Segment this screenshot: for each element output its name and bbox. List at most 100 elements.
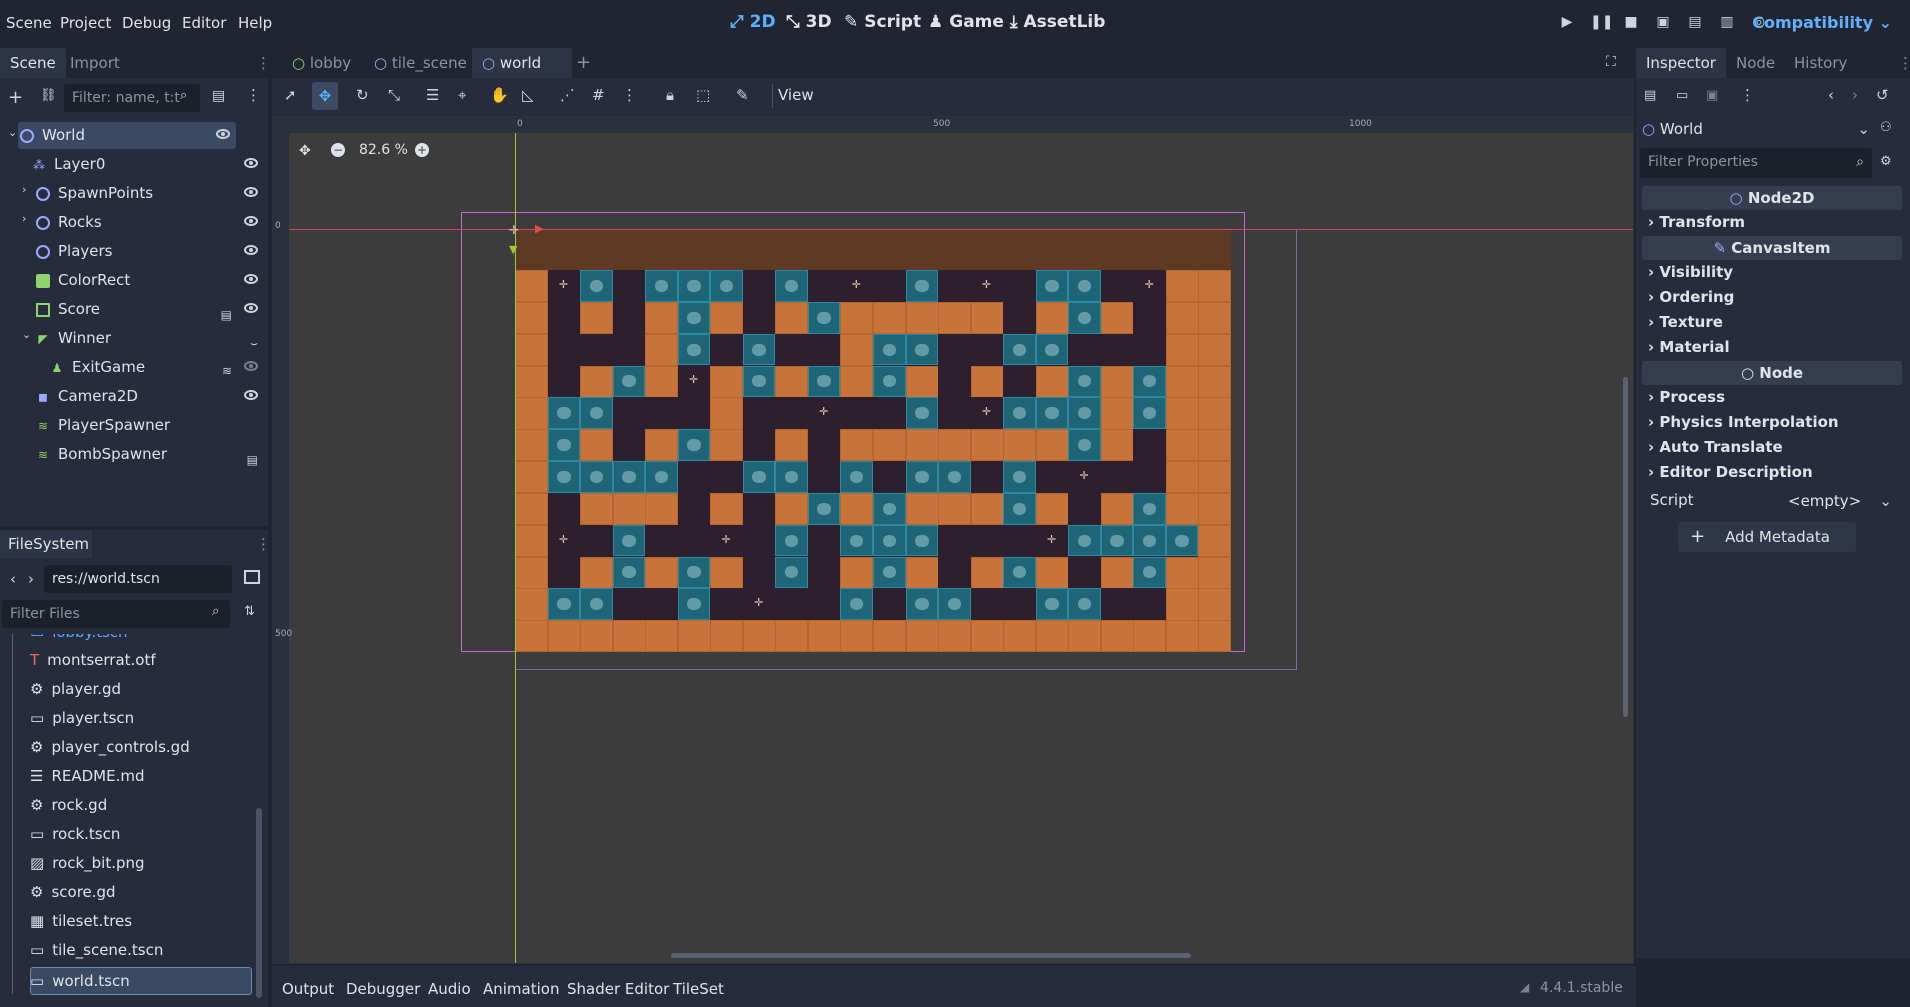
play-scene-icon[interactable]: ▤ [1686,14,1704,32]
script-field[interactable]: <empty> ⌄ [1784,488,1896,514]
save-icon[interactable]: ▣ [1706,88,1718,103]
add-metadata-button[interactable]: + Add Metadata [1678,522,1856,552]
tree-node-colorrect[interactable]: ColorRect [36,267,268,294]
signal-icon[interactable]: ≋ [222,358,232,385]
workspace-script[interactable]: ✎ Script [844,12,921,32]
history-icon[interactable]: ↺ [1876,86,1889,104]
visibility-eye-icon[interactable] [244,303,258,313]
back-icon[interactable]: ‹ [10,570,16,588]
file-item[interactable]: ▨ rock_bit.png [30,849,145,877]
filter-files-input[interactable]: Filter Files [2,600,230,628]
tree-node-spawnpoints[interactable]: SpawnPoints [36,180,268,207]
visibility-eye-icon[interactable] [244,390,258,400]
rotate-tool-icon[interactable]: ↻ [356,86,369,104]
section-physics-interpolation[interactable]: › Physics Interpolation [1648,413,1839,431]
vertical-scrollbar[interactable] [1623,377,1628,717]
object-selector[interactable]: ○ World ⌄ [1642,116,1874,142]
pan-tool-icon[interactable]: ✋ [490,86,509,104]
visibility-hidden-icon[interactable]: ⌣ [250,330,258,357]
ruler-tool-icon[interactable]: ◺ [522,86,534,104]
file-item[interactable]: ▭ player.tscn [30,704,134,732]
section-material[interactable]: › Material [1648,338,1730,356]
filter-properties-input[interactable]: Filter Properties ⌕ [1640,148,1872,178]
zoom-in-icon[interactable]: + [415,143,429,157]
section-visibility[interactable]: › Visibility [1648,263,1733,281]
file-item[interactable]: ⚙ score.gd [30,878,116,906]
dock-menu-icon[interactable]: ⋮ [1898,54,1910,72]
history-forward-icon[interactable]: › [1852,86,1858,104]
scene-tab-world[interactable]: ○ world ✕ [472,48,572,102]
inspector-menu-icon[interactable]: ⋮ [1740,86,1755,104]
visibility-eye-icon[interactable] [244,216,258,226]
tree-node-rocks[interactable]: Rocks [36,209,268,236]
menu-debug[interactable]: Debug [122,14,171,32]
bottom-tab-animation[interactable]: Animation [483,980,559,998]
file-item[interactable]: ▦ tileset.tres [30,907,132,935]
stop-icon[interactable]: ■ [1622,14,1640,32]
tree-node-world[interactable]: World [20,122,240,149]
file-item-selected[interactable]: ▭ world.tscn [30,967,130,995]
visibility-eye-icon[interactable] [244,187,258,197]
add-tab-icon[interactable]: + [576,52,591,73]
tree-node-bombspawner[interactable]: ≋ BombSpawner ▤ [36,441,268,468]
tree-node-winner[interactable]: ◤ Winner ⌣ [36,325,268,352]
attach-script-icon[interactable]: ▤ [212,88,225,104]
tab-history[interactable]: History [1784,48,1857,78]
chevron-down-icon[interactable]: ⌄ [8,126,17,139]
play-custom-icon[interactable]: ▥ [1718,14,1736,32]
workspace-2d[interactable]: ⤢ 2D [730,12,776,32]
tab-node[interactable]: Node [1726,48,1785,78]
fullscreen-icon[interactable]: ⛶ [1606,54,1616,70]
x-arrow-icon[interactable]: ▶ [535,222,543,235]
tree-node-score[interactable]: Score ▤ [36,296,268,323]
section-auto-translate[interactable]: › Auto Translate [1648,438,1783,456]
view-menu[interactable]: View [778,86,814,104]
scene-menu-icon[interactable]: ⋮ [246,86,261,104]
file-item[interactable]: ⚙ player.gd [30,675,121,703]
file-item[interactable]: Tmontserrat.otf [30,646,156,674]
layout-toggle-icon[interactable] [244,570,260,584]
menu-project[interactable]: Project [60,14,111,32]
chevron-right-icon[interactable]: › [22,183,26,196]
tab-import[interactable]: Import [60,48,130,78]
menu-scene[interactable]: Scene [6,14,52,32]
list-select-icon[interactable]: ☰ [426,86,439,104]
menu-editor[interactable]: Editor [182,14,226,32]
section-ordering[interactable]: › Ordering [1648,288,1734,306]
center-view-icon[interactable]: ✥ [299,143,311,159]
tree-node-layer0[interactable]: ⁂ Layer0 [32,151,268,178]
file-item[interactable]: ⚙ player_controls.gd [30,733,190,761]
file-item[interactable]: ▭ rock.tscn [30,820,120,848]
file-item[interactable]: ▭ tile_scene.tscn [30,936,163,964]
smart-snap-icon[interactable]: ⋰ [560,86,575,104]
zoom-out-icon[interactable]: − [331,143,345,157]
tree-node-camera2d[interactable]: ◼ Camera2D [36,383,268,410]
section-editor-description[interactable]: › Editor Description [1648,463,1813,481]
dock-menu-icon[interactable]: ⋮ [256,535,271,553]
visibility-eye-icon[interactable] [216,129,230,139]
horizontal-scrollbar[interactable] [671,953,1191,958]
tab-inspector[interactable]: Inspector [1636,48,1726,78]
forward-icon[interactable]: › [28,570,34,588]
renderer-select[interactable]: Compatibility ⌄ [1752,13,1892,32]
workspace-game[interactable]: ♟ Game [928,12,1004,32]
file-item[interactable]: ☰ README.md [30,762,145,790]
visibility-eye-icon[interactable] [244,274,258,284]
visibility-eye-icon[interactable] [244,245,258,255]
filesystem-tab[interactable]: FileSystem [0,530,92,558]
lock-icon[interactable]: 🔒︎ [666,86,674,104]
tree-node-exitgame[interactable]: ♟ ExitGame ≋ [50,354,268,381]
visibility-eye-icon[interactable] [244,158,258,168]
zoom-level[interactable]: 82.6 % [359,142,408,158]
new-resource-icon[interactable]: ▤ [1644,88,1656,103]
move-tool-icon[interactable]: ✥ [312,82,338,110]
chevron-down-icon[interactable]: ⌄ [22,328,31,341]
tree-node-playerspawner[interactable]: ≋ PlayerSpawner [36,412,268,439]
visibility-eye-icon[interactable] [244,361,258,371]
bottom-tab-debugger[interactable]: Debugger [346,980,420,998]
script-attached-icon[interactable]: ▤ [247,447,258,474]
add-node-icon[interactable]: + [8,87,23,108]
scale-tool-icon[interactable]: ⤡ [388,86,400,104]
origin-gizmo-icon[interactable]: ✛ [509,223,519,237]
scene-tab-lobby[interactable]: ○ lobby [282,48,361,78]
